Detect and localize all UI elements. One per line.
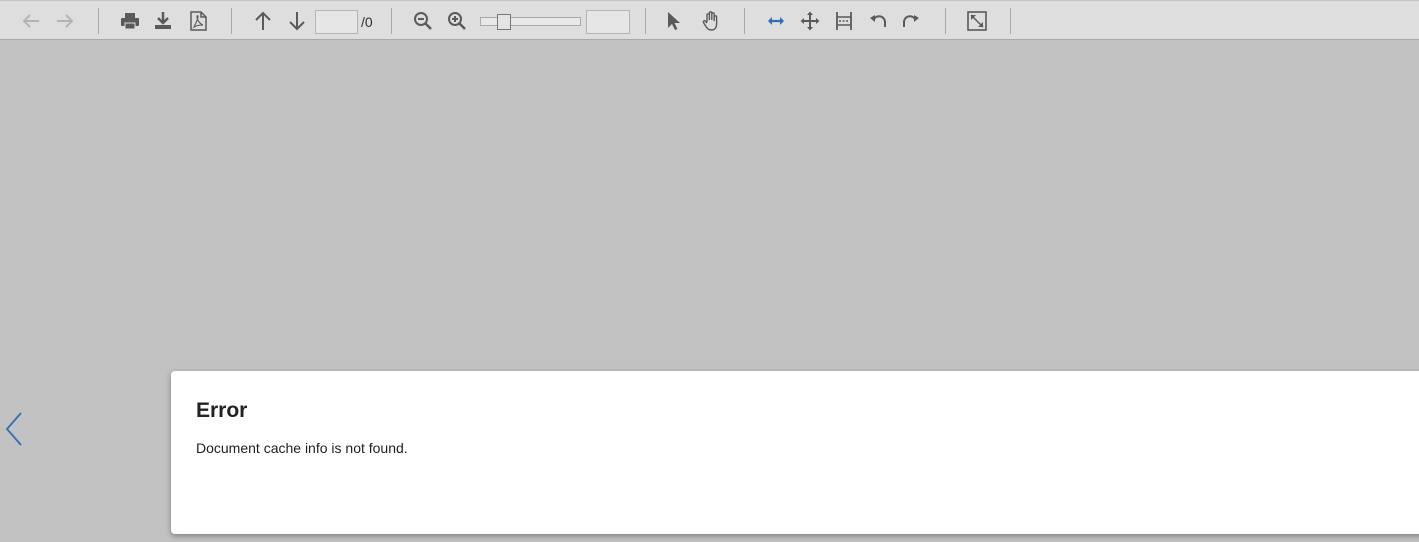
rotate-left-button[interactable] xyxy=(863,6,893,36)
select-tool-button[interactable] xyxy=(658,6,688,36)
toolbar-separator xyxy=(945,8,946,34)
arrow-up-icon xyxy=(255,11,271,30)
fullscreen-icon xyxy=(967,11,987,31)
dialog-title: Error xyxy=(196,399,248,422)
chevron-left-icon xyxy=(5,412,22,446)
zoom-slider-handle[interactable] xyxy=(497,14,511,30)
next-page-button[interactable] xyxy=(282,6,312,36)
error-dialog: Error Document cache info is not found. xyxy=(171,371,1419,534)
toolbar-separator xyxy=(231,8,232,34)
toolbar-separator xyxy=(645,8,646,34)
previous-page-button[interactable] xyxy=(248,6,278,36)
rotate-right-icon xyxy=(902,15,919,27)
zoom-in-button[interactable] xyxy=(442,6,472,36)
toolbar-separator xyxy=(744,8,745,34)
dialog-message: Document cache info is not found. xyxy=(196,440,408,456)
toolbar-separator xyxy=(98,8,99,34)
zoom-in-icon xyxy=(448,12,466,30)
fit-page-button[interactable] xyxy=(829,6,859,36)
back-button[interactable] xyxy=(16,6,46,36)
fit-page-icon xyxy=(836,12,852,30)
toolbar-separator xyxy=(391,8,392,34)
fit-width-icon xyxy=(768,17,784,25)
move-button[interactable] xyxy=(795,6,825,36)
toolbar-separator xyxy=(1010,8,1011,34)
zoom-out-icon xyxy=(414,12,432,30)
forward-icon xyxy=(57,14,74,28)
viewer-toolbar: /0 xyxy=(0,0,1419,40)
pdf-button[interactable] xyxy=(183,6,213,36)
zoom-level-input[interactable] xyxy=(586,10,630,34)
page-total-label: /0 xyxy=(361,14,373,30)
fullscreen-button[interactable] xyxy=(962,6,992,36)
forward-button[interactable] xyxy=(50,6,80,36)
pdf-icon xyxy=(190,11,207,31)
back-icon xyxy=(22,14,39,28)
page-number-input[interactable] xyxy=(315,10,358,34)
rotate-left-icon xyxy=(870,15,887,27)
zoom-out-button[interactable] xyxy=(408,6,438,36)
download-icon xyxy=(155,12,171,29)
pointer-icon xyxy=(668,12,680,30)
move-icon xyxy=(800,11,820,31)
hand-icon xyxy=(702,11,718,31)
pan-tool-button[interactable] xyxy=(696,6,726,36)
fit-width-button[interactable] xyxy=(761,6,791,36)
print-button[interactable] xyxy=(115,6,145,36)
zoom-slider-track[interactable] xyxy=(480,17,581,26)
rotate-right-button[interactable] xyxy=(896,6,926,36)
previous-document-button[interactable] xyxy=(3,410,25,448)
print-icon xyxy=(121,13,139,30)
arrow-down-icon xyxy=(289,12,305,31)
download-button[interactable] xyxy=(148,6,178,36)
